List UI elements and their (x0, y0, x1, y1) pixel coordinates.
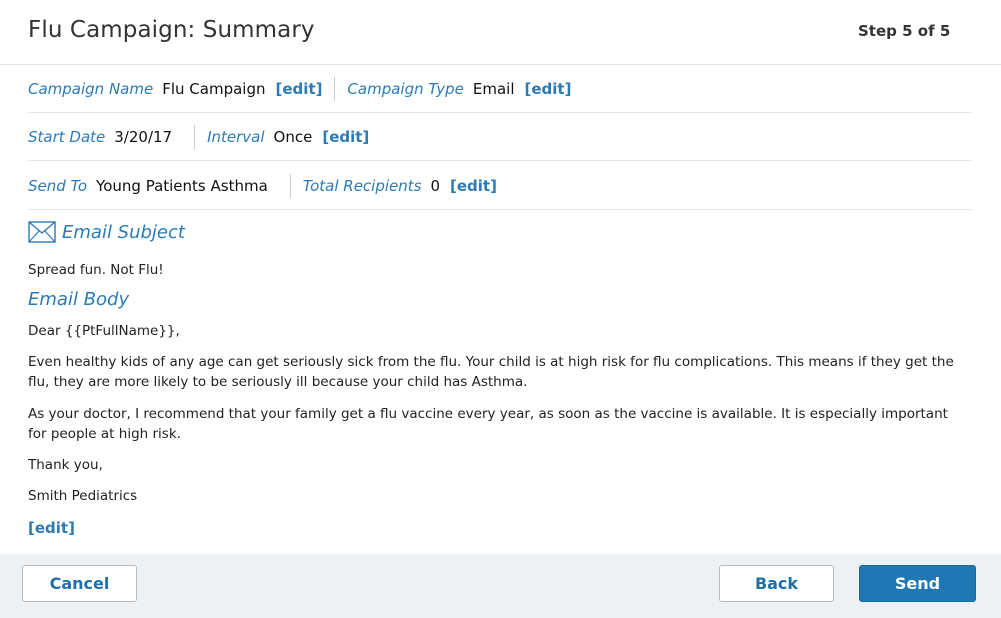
email-signature: Smith Pediatrics (28, 488, 138, 504)
send-to-label: Send To (28, 176, 88, 195)
send-button[interactable]: Send (859, 565, 976, 602)
campaign-type-label: Campaign Type (347, 79, 464, 98)
page-title: Flu Campaign: Summary (28, 17, 315, 43)
schedule-info-row: Start Date 3/20/17 Interval Once [edit] (28, 113, 971, 161)
start-date-value: 3/20/17 (114, 127, 173, 146)
recipients-info-row: Send To Young Patients Asthma Total Reci… (28, 162, 971, 210)
email-subject-heading-text: Email Subject (62, 221, 185, 243)
step-indicator: Step 5 of 5 (858, 22, 951, 40)
page-header: Flu Campaign: Summary Step 5 of 5 (0, 0, 1001, 65)
divider (289, 173, 291, 198)
edit-schedule-link[interactable]: [edit] (322, 128, 369, 146)
edit-campaign-name-link[interactable]: [edit] (275, 80, 322, 98)
campaign-info-row: Campaign Name Flu Campaign [edit] Campai… (28, 65, 971, 113)
email-closing: Thank you, (28, 457, 103, 473)
footer-bar: Cancel Back Send (0, 554, 1001, 618)
total-recipients-value: 0 (430, 176, 441, 195)
back-button[interactable]: Back (719, 565, 834, 602)
edit-recipients-link[interactable]: [edit] (450, 177, 497, 195)
divider (334, 76, 336, 101)
edit-email-link[interactable]: [edit] (28, 519, 75, 537)
send-to-value: Young Patients Asthma (96, 176, 268, 195)
email-subject-text: Spread fun. Not Flu! (28, 262, 164, 278)
interval-value: Once (273, 127, 313, 146)
interval-label: Interval (207, 127, 265, 146)
campaign-name-value: Flu Campaign (162, 79, 266, 98)
campaign-type-value: Email (472, 79, 515, 98)
envelope-icon (28, 221, 56, 243)
email-greeting: Dear {{PtFullName}}, (28, 323, 180, 339)
email-paragraph-1: Even healthy kids of any age can get ser… (28, 354, 954, 390)
cancel-button[interactable]: Cancel (22, 565, 137, 602)
email-paragraph-2: As your doctor, I recommend that your fa… (28, 406, 948, 442)
total-recipients-label: Total Recipients (302, 176, 422, 195)
email-subject-heading: Email Subject (28, 221, 185, 243)
email-body-heading: Email Body (28, 289, 130, 310)
edit-campaign-type-link[interactable]: [edit] (525, 80, 572, 98)
divider (194, 124, 196, 149)
campaign-name-label: Campaign Name (28, 79, 154, 98)
start-date-label: Start Date (28, 127, 106, 146)
